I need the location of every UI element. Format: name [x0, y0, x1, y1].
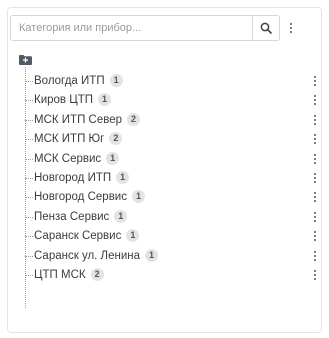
tree-node-text: Новгород ИТП: [34, 172, 112, 184]
kebab-menu-icon: [314, 250, 316, 261]
count-badge: 1: [131, 190, 145, 204]
kebab-menu-icon: [314, 114, 316, 125]
tree-branch-line: [25, 275, 33, 276]
tree-node[interactable]: МСК Сервис 1: [19, 150, 316, 168]
tree-node-text: Новгород Сервис: [34, 191, 127, 204]
tree-node[interactable]: Новгород ИТП 1: [19, 169, 316, 187]
count-badge: 1: [145, 248, 159, 262]
tree-node-text: Киров ЦТП: [34, 94, 94, 107]
kebab-menu-icon: [314, 192, 316, 203]
count-badge: 1: [126, 229, 140, 243]
count-badge: 1: [114, 209, 128, 223]
tree-branch-line: [25, 236, 33, 238]
tree-node[interactable]: Саранск Сервис 1: [19, 227, 316, 245]
kebab-menu-icon: [314, 211, 316, 222]
search-button[interactable]: [253, 15, 280, 41]
kebab-menu-icon: [314, 231, 316, 242]
folder-icon[interactable]: [19, 55, 32, 65]
count-badge: 1: [116, 171, 130, 184]
count-badge: 1: [109, 74, 123, 87]
tree-node-text: МСК ИТП Юг: [34, 133, 105, 146]
tree-node[interactable]: ЦТП МСК 2: [19, 266, 316, 284]
tree-node[interactable]: Саранск ул. Ленина 1: [19, 247, 316, 265]
tree-branch-line: [25, 158, 33, 160]
tree-node-text: Вологда ИТП: [34, 75, 105, 87]
tree-node-label[interactable]: Киров ЦТП 1: [34, 92, 112, 108]
kebab-menu-icon: [314, 76, 316, 86]
tree-branch-line: [25, 119, 33, 121]
node-menu-button[interactable]: [310, 93, 320, 107]
tree-node[interactable]: Новгород Сервис 1: [19, 188, 316, 206]
node-menu-button[interactable]: [310, 171, 320, 185]
count-badge: 2: [90, 268, 104, 281]
tree-node-label[interactable]: Саранск ул. Ленина 1: [34, 248, 159, 264]
count-badge: 1: [106, 151, 120, 165]
node-menu-button[interactable]: [310, 268, 320, 282]
kebab-menu-icon: [314, 95, 316, 106]
tree-branch-line: [25, 178, 33, 179]
kebab-menu-icon: [314, 153, 316, 164]
tree-node-text: МСК ИТП Север: [34, 113, 123, 126]
node-menu-button[interactable]: [310, 229, 320, 243]
tree-node-text: МСК Сервис: [34, 152, 102, 165]
tree-branch-line: [25, 81, 33, 82]
tree-node-text: Саранск ул. Ленина: [34, 249, 141, 262]
count-badge: 1: [98, 93, 112, 107]
tree-node[interactable]: МСК ИТП Север 2: [19, 111, 316, 129]
search-input[interactable]: [10, 15, 253, 41]
node-menu-button[interactable]: [310, 190, 320, 204]
tree-node-text: ЦТП МСК: [34, 269, 86, 281]
node-menu-button[interactable]: [310, 210, 320, 224]
tree-branch-line: [25, 139, 33, 141]
tree-branch-line: [25, 255, 33, 257]
tree-node[interactable]: Пенза Сервис 1: [19, 208, 316, 226]
kebab-menu-icon: [314, 134, 316, 145]
tree-node-label[interactable]: Пенза Сервис 1: [34, 209, 128, 225]
tree-node-label[interactable]: МСК Сервис 1: [34, 151, 120, 167]
count-badge: 2: [127, 112, 141, 126]
node-menu-button[interactable]: [310, 152, 320, 166]
tree-branch-line: [25, 197, 33, 199]
tree-branch-line: [25, 100, 33, 102]
tree-node-label[interactable]: ЦТП МСК 2: [34, 267, 104, 283]
tree-node-text: Саранск Сервис: [34, 230, 122, 243]
tree-node-label[interactable]: Вологда ИТП 1: [34, 73, 123, 89]
tree-node-text: Пенза Сервис: [34, 210, 110, 223]
search-icon: [260, 22, 272, 34]
node-menu-button[interactable]: [310, 74, 320, 88]
node-menu-button[interactable]: [310, 249, 320, 263]
kebab-menu-icon: [314, 270, 316, 280]
tree-node[interactable]: Вологда ИТП 1: [19, 72, 316, 90]
tree-branch-line: [25, 216, 33, 218]
tree-node-label[interactable]: МСК ИТП Север 2: [34, 112, 141, 128]
kebab-menu-icon: [290, 23, 292, 33]
tree-node-label[interactable]: Новгород ИТП 1: [34, 170, 130, 186]
tree-node-label[interactable]: Новгород Сервис 1: [34, 189, 145, 205]
search-bar: [10, 15, 301, 41]
count-badge: 2: [109, 132, 123, 146]
kebab-menu-icon: [314, 173, 316, 183]
options-menu-button[interactable]: [281, 15, 301, 41]
node-menu-button[interactable]: [310, 113, 320, 127]
tree-node[interactable]: Киров ЦТП 1: [19, 91, 316, 109]
tree-node[interactable]: МСК ИТП Юг 2: [19, 130, 316, 148]
tree-node-label[interactable]: Саранск Сервис 1: [34, 228, 140, 244]
node-menu-button[interactable]: [310, 132, 320, 146]
tree-node-label[interactable]: МСК ИТП Юг 2: [34, 131, 123, 147]
